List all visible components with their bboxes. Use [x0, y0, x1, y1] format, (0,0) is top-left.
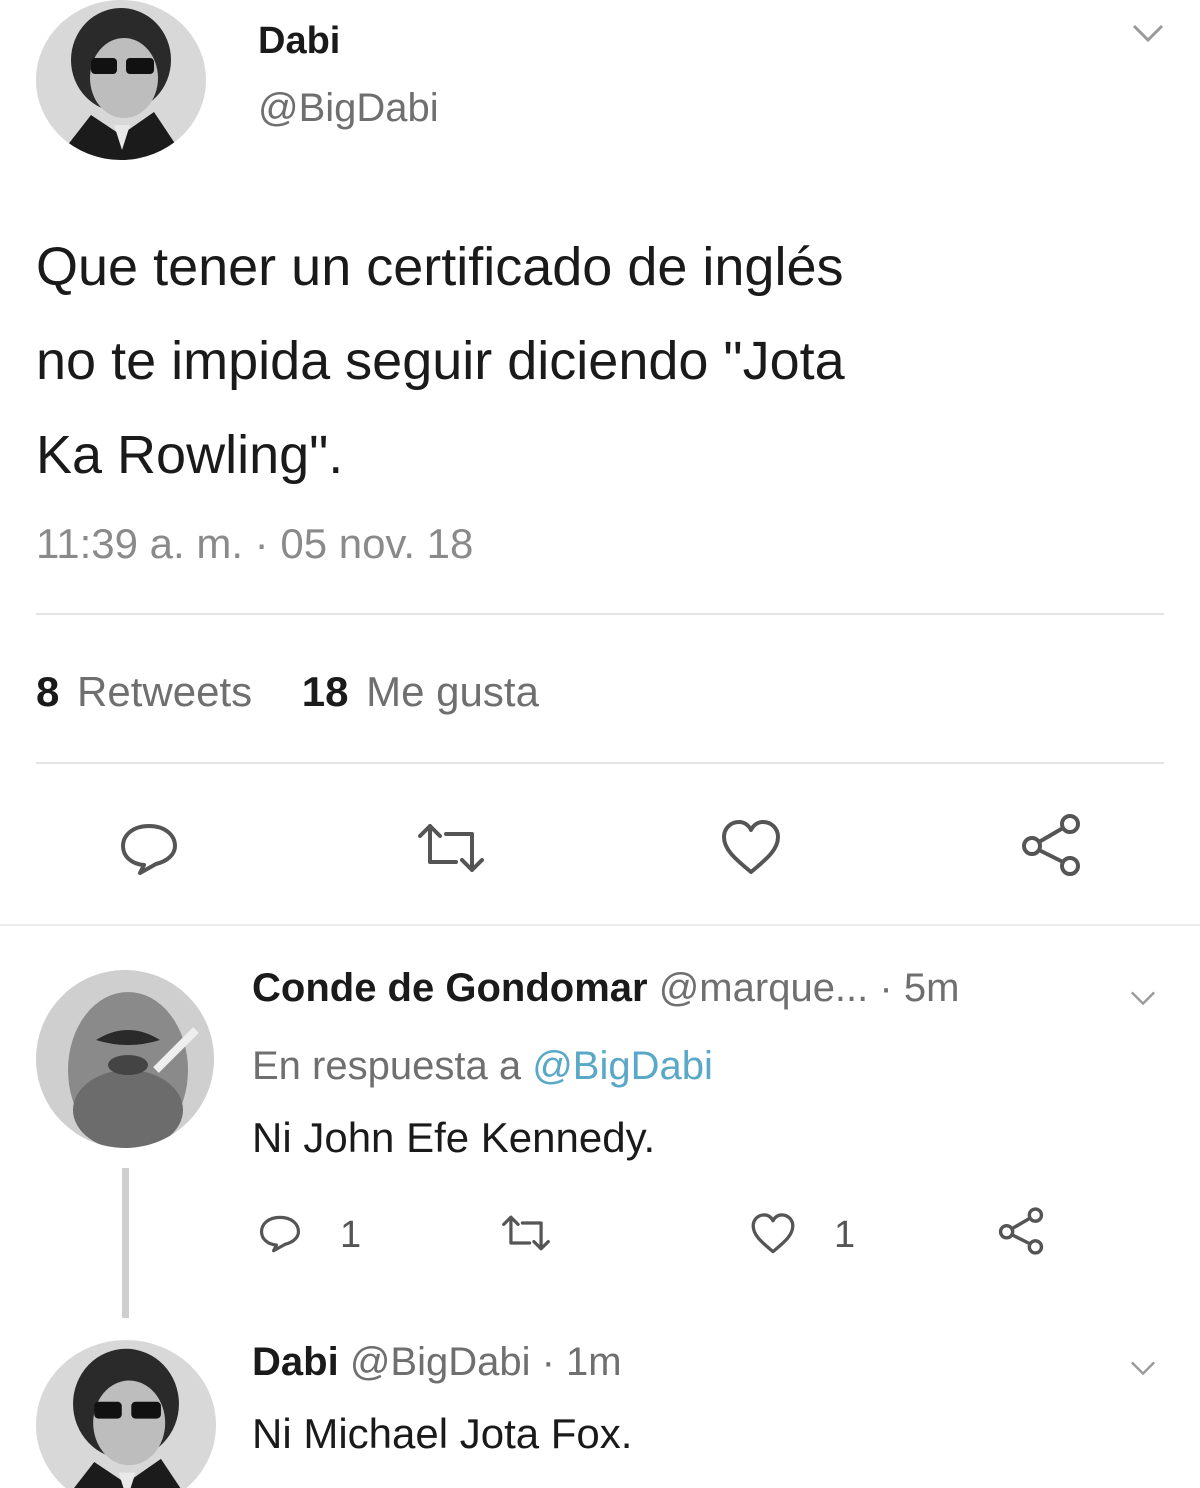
reply-time[interactable]: · 1m: [542, 1340, 622, 1384]
divider: [36, 762, 1164, 764]
like-icon[interactable]: [750, 1212, 796, 1256]
reply-header: Dabi @BigDabi · 1m: [252, 1340, 622, 1385]
reply-text: Ni John Efe Kennedy.: [252, 1114, 656, 1161]
reply-count: 1: [340, 1214, 362, 1256]
tweet-timestamp[interactable]: 11:39 a. m. · 05 nov. 18: [36, 520, 473, 568]
retweets-label[interactable]: Retweets: [77, 668, 252, 715]
like-icon[interactable]: [720, 818, 782, 878]
reply-icon[interactable]: [118, 820, 180, 876]
retweets-count[interactable]: 8: [36, 668, 59, 715]
divider: [36, 613, 1164, 615]
divider: [0, 924, 1200, 926]
author-name[interactable]: Dabi: [258, 20, 340, 63]
reply-author-handle[interactable]: @BigDabi: [350, 1340, 531, 1384]
reply-time[interactable]: · 5m: [879, 966, 959, 1010]
share-icon[interactable]: [1018, 812, 1084, 878]
thread-connector: [122, 1168, 129, 1318]
retweet-icon[interactable]: [498, 1214, 554, 1252]
reply-author-name[interactable]: Conde de Gondomar: [252, 966, 648, 1010]
tweet-text-line: no te impida seguir diciendo "Jota: [36, 331, 845, 391]
in-reply-handle[interactable]: @BigDabi: [532, 1044, 713, 1088]
chevron-down-icon[interactable]: [1128, 18, 1168, 48]
avatar-dabi[interactable]: [36, 1340, 216, 1488]
avatar-dabi[interactable]: [36, 0, 206, 160]
reply-author-name[interactable]: Dabi: [252, 1340, 339, 1384]
author-handle[interactable]: @BigDabi: [258, 86, 439, 131]
chevron-down-icon[interactable]: [1126, 986, 1160, 1010]
reply-author-handle[interactable]: @marque...: [659, 966, 869, 1010]
in-reply-to: En respuesta a @BigDabi: [252, 1044, 713, 1089]
in-reply-prefix: En respuesta a: [252, 1044, 522, 1088]
likes-count[interactable]: 18: [302, 668, 349, 715]
likes-label[interactable]: Me gusta: [366, 668, 539, 715]
reply-text: Ni Michael Jota Fox.: [252, 1410, 633, 1457]
engagement-stats: 8 Retweets 18 Me gusta: [36, 668, 539, 716]
tweet-text-line: Ka Rowling".: [36, 425, 344, 485]
reply-icon[interactable]: [258, 1212, 302, 1254]
tweet-text-line: Que tener un certificado de inglés: [36, 237, 844, 297]
tweet-text: Que tener un certificado de inglés no te…: [36, 220, 1186, 502]
share-icon[interactable]: [996, 1206, 1046, 1256]
reply-header: Conde de Gondomar @marque... · 5m: [252, 966, 959, 1011]
avatar-conde[interactable]: [36, 970, 214, 1148]
retweet-icon[interactable]: [412, 822, 490, 874]
chevron-down-icon[interactable]: [1126, 1356, 1160, 1380]
like-count: 1: [834, 1214, 856, 1256]
